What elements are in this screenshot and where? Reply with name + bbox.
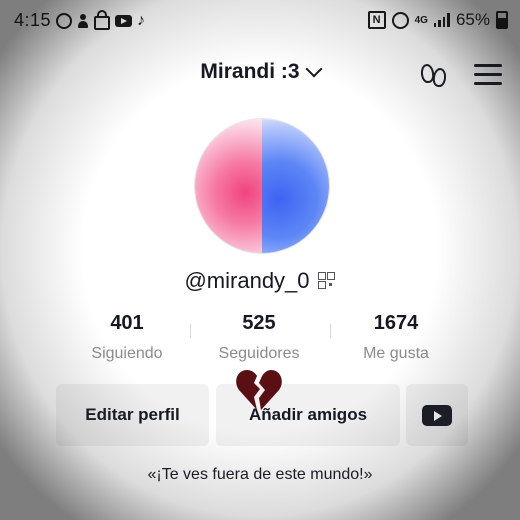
alarm-icon <box>391 11 409 29</box>
signal-icon <box>433 13 450 27</box>
stat-likes[interactable]: 1674 Me gusta <box>331 312 461 363</box>
profile-bio: «¡Te ves fuera de este mundo!» <box>147 466 373 483</box>
battery-percent: 65% <box>455 10 490 29</box>
user-handle: @mirandy_0 <box>184 268 310 293</box>
following-count: 401 <box>110 312 144 334</box>
network-type-label: 4G <box>414 14 428 26</box>
account-name: Mirandi :3 <box>200 60 300 83</box>
battery-icon <box>496 11 508 29</box>
stats-divider <box>190 324 191 338</box>
hamburger-menu-icon[interactable] <box>474 64 502 86</box>
broken-heart-icon <box>236 370 282 410</box>
edit-profile-label: Editar perfil <box>85 405 180 424</box>
youtube-icon <box>422 404 452 426</box>
tiktok-icon: ♪ <box>137 11 146 29</box>
followers-count: 525 <box>242 312 276 334</box>
stat-followers[interactable]: 525 Seguidores <box>194 312 324 363</box>
status-bar-right: N 4G 65% <box>367 10 508 30</box>
following-label: Siguiendo <box>91 345 163 362</box>
footprints-icon[interactable] <box>418 62 450 90</box>
edit-profile-button[interactable]: Editar perfil <box>56 384 209 446</box>
youtube-icon <box>115 14 133 27</box>
whatsapp-icon <box>56 12 73 29</box>
profile-stats: 401 Siguiendo 525 Seguidores 1674 Me gus… <box>0 312 520 368</box>
youtube-link-button[interactable] <box>406 384 468 446</box>
profile-header: Mirandi :3 <box>0 58 520 92</box>
qr-code-icon[interactable] <box>317 272 336 290</box>
likes-count: 1674 <box>373 312 419 334</box>
status-bar-left: 4:15 ♪ <box>14 10 145 31</box>
avatar[interactable] <box>194 118 330 254</box>
status-bar: 4:15 ♪ N 4G 65% <box>0 10 520 36</box>
person-icon <box>77 13 89 28</box>
lock-icon <box>94 10 111 30</box>
handle-row: @mirandy_0 <box>0 268 520 294</box>
followers-label: Seguidores <box>218 345 300 362</box>
nfc-icon: N <box>367 11 386 29</box>
clock: 4:15 <box>14 10 52 30</box>
likes-label: Me gusta <box>363 345 429 362</box>
chevron-down-icon <box>305 60 323 78</box>
stat-following[interactable]: 401 Siguiendo <box>62 312 192 363</box>
